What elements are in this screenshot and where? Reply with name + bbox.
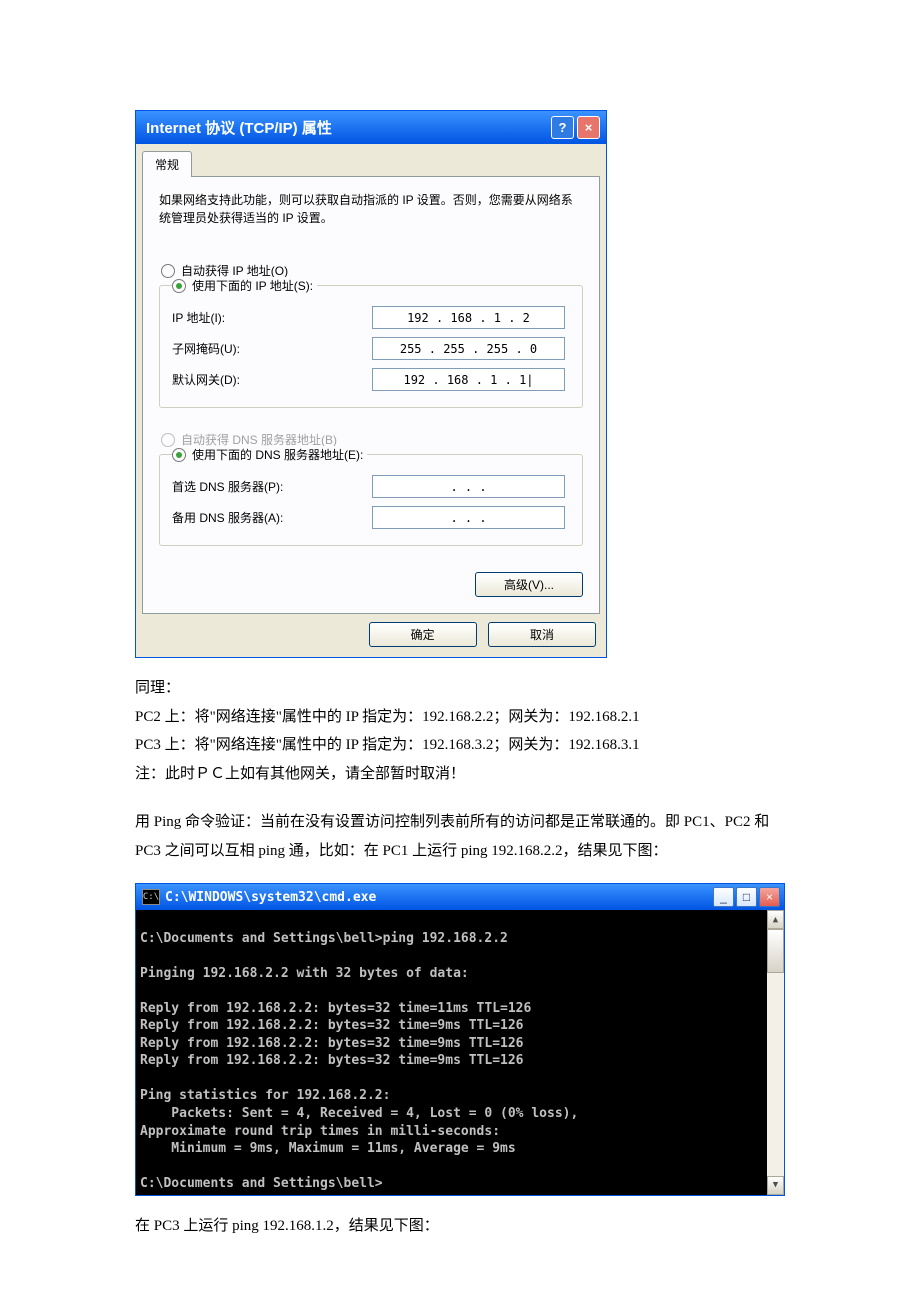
- scroll-up-icon[interactable]: ▲: [767, 910, 784, 929]
- cmd-icon: C:\: [142, 889, 160, 905]
- gateway-input[interactable]: 192 . 168 . 1 . 1|: [372, 368, 565, 391]
- article-line: 同理：: [135, 674, 785, 703]
- radio-icon: [172, 279, 186, 293]
- advanced-button[interactable]: 高级(V)...: [475, 572, 583, 597]
- dns1-input[interactable]: . . .: [372, 475, 565, 498]
- radio-manual-ip[interactable]: 使用下面的 IP 地址(S):: [172, 277, 317, 294]
- radio-icon: [161, 264, 175, 278]
- ok-button[interactable]: 确定: [369, 622, 477, 647]
- article-line: 注：此时ＰＣ上如有其他网关，请全部暂时取消！: [135, 760, 785, 789]
- scroll-track[interactable]: [767, 929, 784, 1176]
- article-block-2: 在 PC3 上运行 ping 192.168.1.2，结果见下图：: [135, 1212, 785, 1241]
- cmd-window: C:\ C:\WINDOWS\system32\cmd.exe _ □ × C:…: [135, 883, 785, 1196]
- label-mask: 子网掩码(U):: [172, 340, 372, 357]
- label-dns2: 备用 DNS 服务器(A):: [172, 509, 372, 526]
- maximize-icon[interactable]: □: [736, 887, 757, 907]
- tab-general[interactable]: 常规: [142, 151, 192, 177]
- cmd-title-text: C:\WINDOWS\system32\cmd.exe: [165, 890, 711, 905]
- radio-icon: [161, 433, 175, 447]
- minimize-icon[interactable]: _: [713, 887, 734, 907]
- close-icon[interactable]: ×: [759, 887, 780, 907]
- cmd-output[interactable]: C:\Documents and Settings\bell>ping 192.…: [136, 910, 767, 1195]
- dialog-title-text: Internet 协议 (TCP/IP) 属性: [146, 117, 548, 138]
- tcpip-properties-dialog: Internet 协议 (TCP/IP) 属性 ? × 常规 如果网络支持此功能…: [135, 110, 607, 658]
- help-icon[interactable]: ?: [551, 116, 574, 139]
- ip-input[interactable]: 192 . 168 . 1 . 2: [372, 306, 565, 329]
- radio-manual-ip-label: 使用下面的 IP 地址(S):: [192, 277, 313, 294]
- article-block-1: 同理： PC2 上：将"网络连接"属性中的 IP 指定为：192.168.2.2…: [135, 674, 785, 865]
- label-dns1: 首选 DNS 服务器(P):: [172, 478, 372, 495]
- article-line: 在 PC3 上运行 ping 192.168.1.2，结果见下图：: [135, 1212, 785, 1241]
- mask-input[interactable]: 255 . 255 . 255 . 0: [372, 337, 565, 360]
- scrollbar[interactable]: ▲ ▼: [767, 910, 784, 1195]
- article-line: 用 Ping 命令验证：当前在没有设置访问控制列表前所有的访问都是正常联通的。即…: [135, 808, 785, 865]
- radio-icon: [172, 448, 186, 462]
- article-line: PC2 上：将"网络连接"属性中的 IP 指定为：192.168.2.2；网关为…: [135, 703, 785, 732]
- cancel-button[interactable]: 取消: [488, 622, 596, 647]
- cmd-titlebar[interactable]: C:\ C:\WINDOWS\system32\cmd.exe _ □ ×: [136, 884, 784, 910]
- scroll-down-icon[interactable]: ▼: [767, 1176, 784, 1195]
- dialog-tip-text: 如果网络支持此功能，则可以获取自动指派的 IP 设置。否则，您需要从网络系统管理…: [159, 191, 583, 227]
- dialog-titlebar[interactable]: Internet 协议 (TCP/IP) 属性 ? ×: [136, 111, 606, 144]
- radio-manual-dns[interactable]: 使用下面的 DNS 服务器地址(E):: [172, 446, 367, 463]
- radio-manual-dns-label: 使用下面的 DNS 服务器地址(E):: [192, 446, 363, 463]
- article-line: PC3 上：将"网络连接"属性中的 IP 指定为：192.168.3.2；网关为…: [135, 731, 785, 760]
- label-ip: IP 地址(I):: [172, 309, 372, 326]
- dns2-input[interactable]: . . .: [372, 506, 565, 529]
- label-gateway: 默认网关(D):: [172, 371, 372, 388]
- close-icon[interactable]: ×: [577, 116, 600, 139]
- scroll-thumb[interactable]: [767, 929, 784, 973]
